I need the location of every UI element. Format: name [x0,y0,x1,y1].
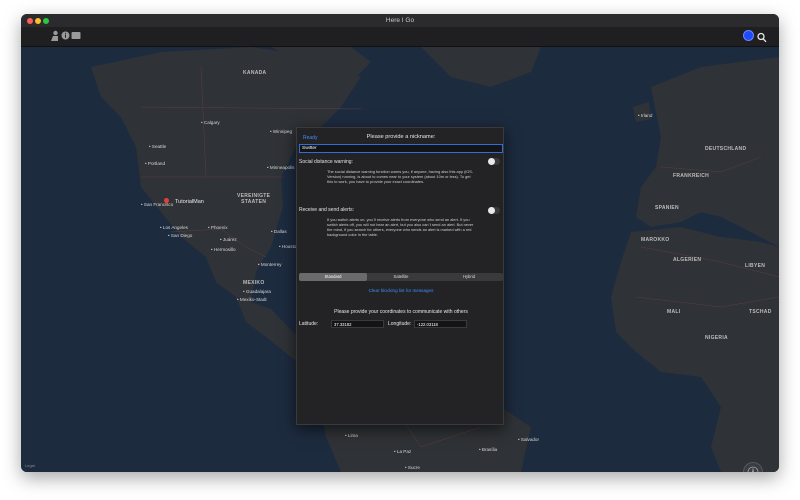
country-label: MEXIKO [243,280,265,286]
city-label: • Guadalajara [243,289,271,294]
toolbar [21,27,779,47]
longitude-input[interactable] [414,320,467,328]
city-label: • Dallas [271,229,287,234]
map-type-standard[interactable]: Standard [299,273,367,281]
compass-icon[interactable] [743,462,763,472]
alerts-label: Receive and send alerts: [299,207,355,213]
city-label: • Minneapolis [267,165,295,170]
person-icon[interactable] [50,30,59,42]
social-distance-toggle[interactable] [488,158,500,165]
nickname-input[interactable] [299,144,503,153]
latitude-input[interactable] [331,320,384,328]
legal-link[interactable]: Legal [25,463,35,468]
country-label: NIGERIA [705,335,728,341]
city-label: • Sucre [405,465,420,470]
country-label: ALGERIEN [673,257,702,263]
close-button[interactable] [27,17,33,24]
title-bar: Here I Go [21,14,779,27]
country-label: KANADA [243,70,267,76]
city-label: • La Paz [394,449,412,454]
country-label: MALI [667,309,681,315]
country-label: DEUTSCHLAND [705,146,747,152]
message-icon[interactable] [71,30,81,42]
social-distance-description: The social distance warning function war… [327,169,474,184]
info-icon[interactable] [61,30,70,42]
country-label: SPANIEN [655,205,679,211]
country-label: LIBYEN [745,263,766,269]
city-label: • Lima [345,433,358,438]
coordinates-prompt: Please provide your coordinates to commu… [334,309,468,315]
alerts-toggle[interactable] [488,207,500,214]
app-window: Here I Go KANADA VEREINIGTE STAATEN MEXI… [21,14,779,472]
city-label: • Irland [638,113,653,118]
city-label: • Calgary [201,120,220,125]
city-label: • Phoenix [208,225,228,230]
clear-blocking-list-link[interactable]: Clear blocking list for messages [297,288,505,293]
window-title: Here I Go [385,17,415,24]
city-label: • Mexiko-Stadt [237,297,267,302]
country-label: MAROKKO [641,237,670,243]
city-label: • Los Angeles [160,225,188,230]
map-type-satellite[interactable]: Satellite [367,273,435,281]
alerts-description: If you switch alerts on, you´ll receive … [327,217,474,237]
map-type-segmented-control: Standard Satellite Hybrid [299,273,503,281]
map-type-hybrid[interactable]: Hybrid [435,273,503,281]
country-label: FRANKREICH [673,173,710,179]
country-label: VEREINIGTE STAATEN [237,193,271,205]
city-label: • San Diego [168,233,193,238]
city-label: • Hermosillo [211,247,236,252]
city-label: • Seattle [149,144,167,149]
pin-label: TutorialMan [175,199,204,205]
country-label: TSCHAD [749,309,772,315]
city-label: • Salvador [518,437,540,442]
latitude-label: Latitude: [299,321,319,327]
zoom-button[interactable] [43,17,49,24]
city-label: • Monterrey [258,262,282,267]
minimize-button[interactable] [35,17,41,24]
color-swatch[interactable] [743,30,754,41]
city-label: • Winnipeg [270,129,293,134]
longitude-label: Longitude: [388,321,412,327]
city-label: • Juárez [220,237,237,242]
world-map[interactable]: KANADAVEREINIGTE STAATENMEXIKOBRASILIENP… [21,47,779,472]
social-distance-label: Social distance warning: [299,159,353,165]
city-label: • Portland [145,161,165,166]
city-label: • San Francisco [141,202,174,207]
city-label: • Brasília [479,447,498,452]
search-icon[interactable] [757,30,767,48]
settings-dialog: Ready Please provide a nickname: Social … [296,127,504,425]
dialog-title: Please provide a nickname: [366,134,436,140]
